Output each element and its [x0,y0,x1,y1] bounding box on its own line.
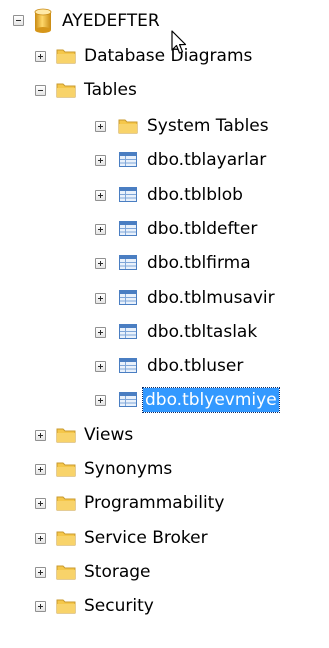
tree-node-table[interactable]: dbo.tblayarlar [0,146,300,174]
expand-toggle[interactable] [35,464,46,475]
tree-node-database-diagrams[interactable]: Database Diagrams [0,42,300,70]
mouse-cursor-icon [171,30,187,54]
expand-toggle[interactable] [35,430,46,441]
expand-toggle[interactable] [95,190,106,201]
tree-node-tables[interactable]: Tables [0,76,300,104]
tree-node-views[interactable]: Views [0,421,300,449]
tree-node-label: AYEDEFTER [62,11,160,31]
folder-icon [56,531,76,546]
tree-node-label: Service Broker [84,528,208,548]
tree-node-table[interactable]: dbo.tblblob [0,181,300,209]
folder-icon [56,496,76,511]
expand-toggle[interactable] [95,258,106,269]
tree-node-label: Views [84,425,134,445]
tree-node-label: dbo.tbltaslak [147,322,258,342]
expand-toggle[interactable] [95,121,106,132]
table-icon [119,290,137,305]
table-icon [119,221,137,236]
expand-toggle[interactable] [95,395,106,406]
folder-icon [56,565,76,580]
tree-node-label: dbo.tblayarlar [147,150,267,170]
tree-node-label: dbo.tbluser [147,356,244,376]
tree-node-synonyms[interactable]: Synonyms [0,455,300,483]
tree-node-label: dbo.tblblob [147,185,243,205]
folder-icon [56,599,76,614]
tree-node-programmability[interactable]: Programmability [0,489,300,517]
folder-icon [118,119,138,134]
tree-node-label: dbo.tblyevmiye [142,387,280,413]
table-icon [119,324,137,339]
expand-toggle[interactable] [35,601,46,612]
database-icon [34,8,52,33]
table-icon [119,392,137,407]
tree-node-label: Database Diagrams [84,46,253,66]
expand-toggle[interactable] [95,293,106,304]
expand-toggle[interactable] [35,51,46,62]
tree-node-table[interactable]: dbo.tbltaslak [0,318,300,346]
tree-node-table[interactable]: dbo.tbldefter [0,215,300,243]
tree-node-label: Storage [84,562,151,582]
tree-node-security[interactable]: Security [0,592,300,620]
expand-toggle[interactable] [35,498,46,509]
tree-node-table[interactable]: dbo.tblfirma [0,249,300,277]
tree-node-table[interactable]: dbo.tbluser [0,352,300,380]
folder-icon [56,49,76,64]
collapse-toggle[interactable] [13,15,24,26]
table-icon [119,358,137,373]
table-icon [119,255,137,270]
tree-node-label: Tables [84,80,137,100]
expand-toggle[interactable] [35,567,46,578]
tree-node-label: dbo.tblmusavir [147,288,275,308]
tree-node-label: Synonyms [84,459,173,479]
object-explorer-tree: AYEDEFTER Database Diagrams Tables Syste… [0,0,329,648]
table-icon [119,152,137,167]
tree-node-label: Programmability [84,493,225,513]
table-icon [119,187,137,202]
expand-toggle[interactable] [35,533,46,544]
tree-node-label: Security [84,596,154,616]
tree-node-table-selected[interactable]: dbo.tblyevmiye [0,386,329,414]
tree-node-storage[interactable]: Storage [0,558,300,586]
tree-node-system-tables[interactable]: System Tables [0,112,300,140]
expand-toggle[interactable] [95,327,106,338]
expand-toggle[interactable] [95,224,106,235]
tree-node-label: System Tables [147,116,269,136]
folder-icon [56,428,76,443]
folder-icon [56,462,76,477]
tree-node-table[interactable]: dbo.tblmusavir [0,284,300,312]
tree-node-label: dbo.tblfirma [147,253,251,273]
folder-icon [56,83,76,98]
tree-node-service-broker[interactable]: Service Broker [0,524,300,552]
tree-node-database[interactable]: AYEDEFTER [0,7,329,35]
tree-node-label: dbo.tbldefter [147,219,258,239]
collapse-toggle[interactable] [35,85,46,96]
expand-toggle[interactable] [95,155,106,166]
expand-toggle[interactable] [95,361,106,372]
